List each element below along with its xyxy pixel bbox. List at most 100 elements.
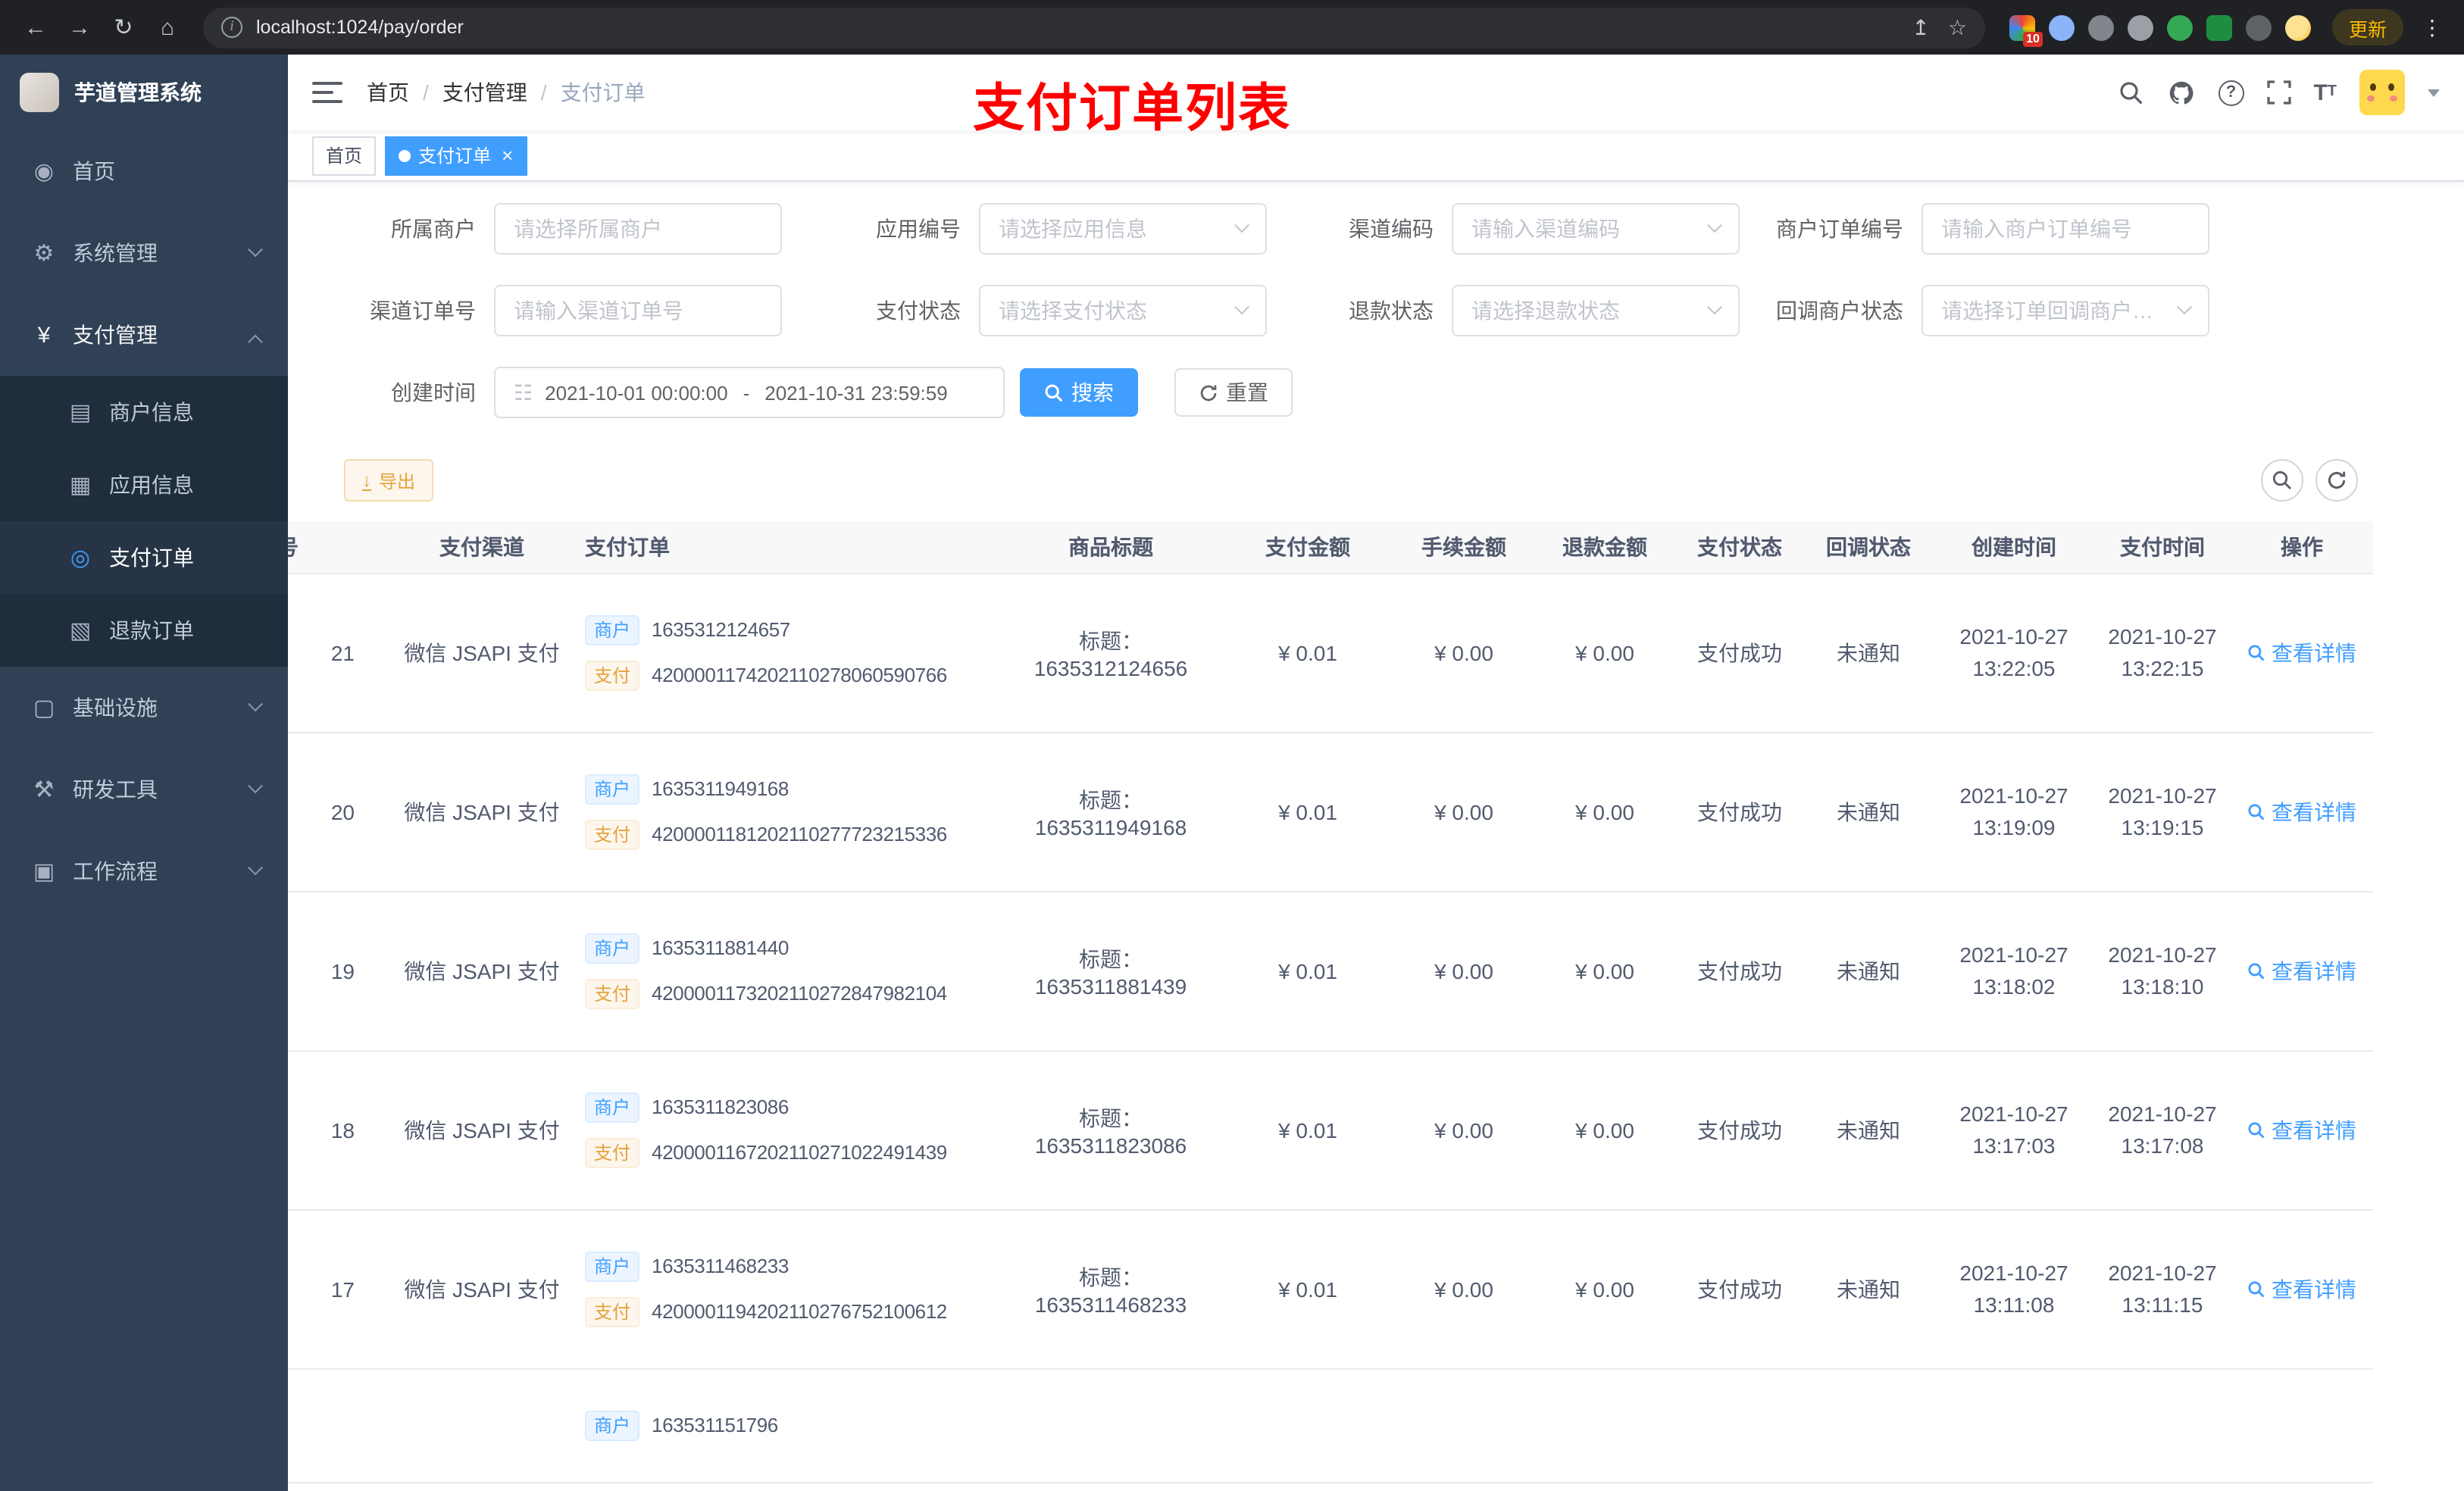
back-icon[interactable]: ← [15, 7, 56, 48]
cell-channel: 微信 JSAPI 支付 [391, 1209, 573, 1369]
forward-icon[interactable]: → [59, 7, 100, 48]
github-icon[interactable] [2166, 78, 2195, 107]
breadcrumb-home[interactable]: 首页 [367, 77, 409, 108]
browser-menu-icon[interactable]: ⋮ [2416, 14, 2449, 40]
cell-pay-time: 2021-10-27 13:17:08 [2094, 1050, 2231, 1210]
cell-channel: 微信 JSAPI 支付 [391, 1050, 573, 1210]
view-detail-link[interactable]: 查看详情 [2247, 637, 2356, 667]
cell-title: 标题：1635311881439 [1000, 891, 1221, 1051]
help-icon[interactable]: ? [2218, 80, 2244, 105]
col-pay-status: 支付状态 [1676, 521, 1803, 574]
sidebar-item-home[interactable]: ◉ 首页 [0, 130, 288, 212]
col-notify-status: 回调状态 [1803, 521, 1934, 574]
view-detail-link[interactable]: 查看详情 [2247, 1274, 2356, 1304]
merchant-badge: 商户 [585, 933, 640, 963]
site-info-icon[interactable]: i [221, 17, 242, 38]
extension-icon[interactable] [2087, 14, 2114, 40]
pay-badge: 支付 [585, 660, 640, 690]
channel-order-no-filter-label: 渠道订单号 [370, 299, 476, 323]
cell-order: 商户 1635311949168 支付 4200001181202110277723… [573, 732, 1000, 892]
cell-create-time: 2021-10-27 13:11:08 [1934, 1209, 2094, 1369]
app-title: 芋道管理系统 [74, 80, 202, 105]
cell-refund-amount: ¥ 0.00 [1534, 732, 1676, 892]
cell-pay-amount: ¥ 0.01 [1221, 732, 1394, 892]
app-logo [20, 73, 59, 112]
refund-status-filter-select[interactable]: 请选择退款状态 [1452, 285, 1740, 336]
hamburger-icon[interactable] [312, 82, 342, 103]
sidebar-item-refund-order[interactable]: ▧ 退款订单 [0, 594, 288, 667]
app-brand[interactable]: 芋道管理系统 [0, 55, 288, 130]
browser-extensions[interactable]: 10 [2009, 14, 2311, 46]
address-bar[interactable]: i localhost:1024/pay/order ↥ ☆ [203, 7, 1985, 48]
view-detail-link[interactable]: 查看详情 [2247, 955, 2356, 986]
tab-close-icon[interactable]: × [502, 145, 513, 165]
table-row: 17 微信 JSAPI 支付 商户 1635311468233 支付 4200001… [288, 1209, 2373, 1369]
view-detail-link[interactable]: 查看详情 [2247, 796, 2356, 827]
app-filter-select[interactable]: 请选择应用信息 [979, 203, 1267, 255]
extension-icon[interactable]: 10 [2009, 14, 2043, 46]
merchant-filter-input[interactable] [494, 203, 782, 255]
notify-status-filter-select[interactable]: 请选择订单回调商户状态 [1921, 285, 2209, 336]
breadcrumb-payment[interactable]: 支付管理 [442, 77, 527, 108]
sidebar-item-system[interactable]: ⚙ 系统管理 [0, 212, 288, 294]
orders-table-wrap[interactable]: 编号 支付渠道 支付订单 商品标题 支付金额 手续金额 退款金额 支付状态 回调… [288, 521, 2464, 1491]
export-button[interactable]: ↓ 导出 [344, 459, 434, 502]
cell-refund-amount: ¥ 0.00 [1534, 573, 1676, 733]
cell-create-time: 2021-10-27 13:18:02 [1934, 891, 2094, 1051]
extension-icon[interactable] [2166, 14, 2193, 40]
merchant-badge: 商户 [585, 614, 640, 645]
channel-order-no-filter-input[interactable] [494, 285, 782, 336]
search-icon[interactable] [2118, 80, 2143, 105]
share-icon[interactable]: ↥ [1912, 14, 1929, 40]
reload-icon[interactable]: ↻ [103, 7, 144, 48]
create-time-range-input[interactable]: ☷ 2021-10-01 00:00:00 - 2021-10-31 23:59… [494, 367, 1005, 418]
table-row: 19 微信 JSAPI 支付 商户 1635311881440 支付 4200001… [288, 891, 2373, 1051]
sidebar-item-payment[interactable]: ¥ 支付管理 [0, 294, 288, 376]
sidebar-item-merchant-info[interactable]: ▤ 商户信息 [0, 376, 288, 449]
merchant-order-no-filter-input[interactable] [1921, 203, 2209, 255]
col-fee-amount: 手续金额 [1394, 521, 1534, 574]
cell-notify-status: 未通知 [1803, 573, 1934, 733]
pay-badge: 支付 [585, 1296, 640, 1327]
extension-icon[interactable] [2245, 14, 2272, 40]
sidebar-item-app-info[interactable]: ▦ 应用信息 [0, 449, 288, 521]
extension-icon[interactable] [2284, 14, 2311, 40]
home-icon[interactable]: ⌂ [147, 7, 188, 48]
merchant-order-no-filter-label: 商户订单编号 [1776, 217, 1903, 241]
tags-view: 首页 支付订单 × [288, 130, 2464, 182]
reset-button[interactable]: 重置 [1174, 368, 1293, 417]
user-avatar[interactable] [2359, 70, 2405, 115]
extension-icon[interactable] [2206, 14, 2232, 40]
cell-channel: 微信 JSAPI 支付 [391, 573, 573, 733]
pay-status-filter-select[interactable]: 请选择支付状态 [979, 285, 1267, 336]
table-row: 18 微信 JSAPI 支付 商户 1635311823086 支付 4200001… [288, 1050, 2373, 1210]
merchant-filter-label: 所属商户 [391, 217, 476, 241]
tab-home[interactable]: 首页 [312, 136, 377, 175]
user-menu-caret-icon[interactable] [2428, 89, 2440, 96]
font-size-icon[interactable]: TT [2313, 81, 2337, 104]
chevron-down-icon [1234, 299, 1249, 314]
tab-pay-order[interactable]: 支付订单 × [385, 136, 527, 175]
view-detail-link[interactable]: 查看详情 [2247, 1114, 2356, 1145]
channel-code-filter-select[interactable]: 请输入渠道编码 [1452, 203, 1740, 255]
sidebar-item-pay-order[interactable]: ◎ 支付订单 [0, 521, 288, 594]
extension-icon[interactable] [2127, 14, 2153, 40]
cell-order: 商户 1635312124657 支付 4200001174202110278060… [573, 573, 1000, 733]
fullscreen-icon[interactable] [2266, 80, 2291, 105]
cell-pay-time: 2021-10-27 13:19:15 [2094, 732, 2231, 892]
toggle-search-button[interactable] [2261, 459, 2303, 502]
sidebar-item-infrastructure[interactable]: ▢ 基础设施 [0, 667, 288, 749]
chevron-down-icon [2177, 299, 2192, 314]
chevron-down-icon [248, 695, 263, 711]
channel-code-filter-label: 渠道编码 [1349, 217, 1434, 241]
chevron-down-icon [1707, 299, 1722, 314]
sidebar-item-dev-tools[interactable]: ⚒ 研发工具 [0, 749, 288, 830]
search-button[interactable]: 搜索 [1020, 368, 1138, 417]
bookmark-star-icon[interactable]: ☆ [1948, 14, 1967, 40]
notify-status-filter-label: 回调商户状态 [1776, 299, 1903, 323]
sidebar-item-workflow[interactable]: ▣ 工作流程 [0, 830, 288, 912]
extension-icon[interactable] [2048, 14, 2075, 40]
update-button[interactable]: 更新 [2331, 9, 2403, 45]
cell-order: 商户 163531151796 [573, 1368, 1000, 1483]
refresh-table-button[interactable] [2315, 459, 2358, 502]
